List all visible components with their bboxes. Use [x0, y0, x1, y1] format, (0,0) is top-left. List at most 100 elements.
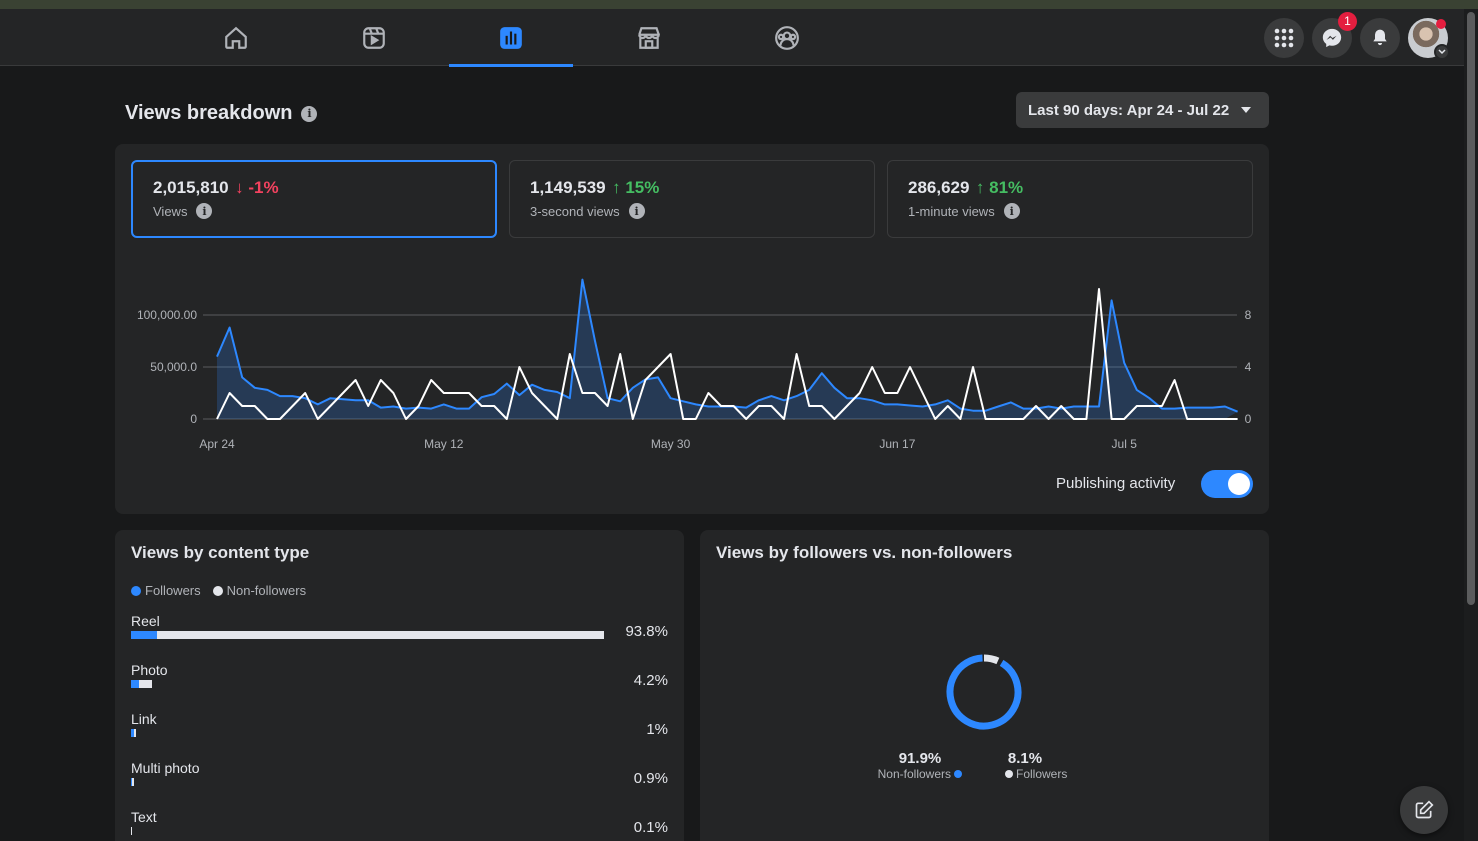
publishing-activity-label: Publishing activity	[1056, 475, 1176, 492]
content-type-row: Text 0.1%	[131, 809, 668, 841]
nav-tab-insights[interactable]	[449, 9, 573, 67]
x-tick-label: Jul 5	[1112, 437, 1138, 451]
metric-value: 286,629	[908, 178, 970, 197]
messenger-button[interactable]: 1	[1312, 12, 1357, 58]
content-type-percent: 1%	[646, 721, 668, 738]
metric-value: 1,149,539	[530, 178, 606, 197]
y-tick-right: 4	[1245, 360, 1252, 374]
content-type-row: Photo 4.2%	[131, 662, 668, 702]
legend-dot	[212, 585, 223, 596]
y-tick-left: 0	[190, 412, 197, 426]
info-icon[interactable]: i	[301, 105, 318, 122]
x-tick-label: May 30	[651, 437, 691, 451]
legend-followers: Followers	[131, 583, 201, 598]
legend-label: Followers	[145, 583, 201, 598]
marketplace-icon	[638, 26, 660, 49]
legend-dot	[1004, 770, 1013, 778]
legend-dot	[131, 585, 141, 596]
views-line-chart: 100,000.0050,000.00840Apr 24 May 12 May 30…	[137, 278, 1252, 451]
date-range-label: Last 90 days: Apr 24 - Jul 22	[1028, 101, 1230, 119]
non-followers-bar-segment	[157, 631, 604, 639]
info-icon[interactable]: i	[628, 203, 645, 219]
views-breakdown-title: Views breakdown	[125, 102, 293, 124]
metric-label: 3-second views	[530, 203, 620, 219]
content-type-row: Multi photo 0.9%	[131, 760, 668, 800]
metric-value: 2,015,810	[153, 178, 229, 197]
views-series-line	[216, 278, 1238, 413]
non-followers-stat: 91.9% Non-followers	[870, 750, 970, 781]
y-tick-right: 8	[1245, 308, 1252, 322]
home-icon	[225, 26, 247, 49]
account-avatar[interactable]	[1408, 18, 1450, 60]
nav-tab-marketplace[interactable]	[587, 9, 711, 66]
content-type-label: Multi photo	[131, 760, 200, 776]
content-type-label: Reel	[131, 613, 160, 629]
series-area-fill	[217, 279, 1238, 419]
followers-stat: 8.1% Followers	[986, 750, 1086, 781]
publishing-series-line	[216, 288, 1238, 420]
publishing-activity-toggle[interactable]	[1201, 470, 1253, 498]
content-type-bar	[131, 729, 136, 737]
y-tick-right: 0	[1245, 412, 1252, 426]
metric-change: ↑ 81%	[975, 178, 1024, 197]
nav-tab-groups[interactable]	[725, 9, 849, 66]
content-type-label: Text	[131, 809, 157, 825]
nav-tab-home[interactable]	[174, 9, 298, 66]
messenger-icon	[1322, 28, 1342, 48]
avatar-notification-dot	[1436, 19, 1446, 29]
metric-label: 1-minute views	[908, 203, 995, 219]
browser-top-strip	[0, 0, 1478, 9]
caret-down-icon	[1241, 107, 1252, 113]
content-type-legend: Followers Non-followers	[131, 583, 306, 598]
followers-bar-segment	[131, 680, 140, 688]
metric-change-value: 81%	[989, 178, 1024, 197]
messenger-notification-badge: 1	[1338, 12, 1357, 31]
x-tick-label: Apr 24	[199, 437, 235, 451]
chevron-down-icon	[1434, 44, 1450, 60]
content-type-percent: 0.1%	[633, 819, 668, 836]
groups-icon	[775, 25, 799, 50]
followers-percent: 8.1%	[1007, 750, 1043, 767]
non-followers-bar-segment	[133, 729, 136, 737]
content-type-bar	[131, 827, 132, 835]
content-type-percent: 0.9%	[633, 770, 668, 787]
followers-bar-segment	[131, 631, 157, 639]
content-type-bar	[131, 680, 152, 688]
metric-label: Views	[153, 203, 188, 219]
reels-icon	[363, 26, 385, 49]
followers-donut-chart	[946, 654, 1022, 730]
menu-button[interactable]	[1264, 18, 1304, 58]
metric-card-3-second-views[interactable]: 1,149,539 ↑ 15% 3-second views i	[509, 160, 875, 238]
content-type-row: Reel 93.8%	[131, 613, 668, 653]
non-followers-bar-segment	[131, 778, 134, 786]
metric-change-value: 15%	[625, 178, 660, 197]
content-type-label: Photo	[131, 662, 168, 678]
content-type-percent: 4.2%	[633, 672, 668, 689]
page-scrollbar-thumb[interactable]	[1467, 12, 1475, 605]
compose-button[interactable]	[1400, 786, 1448, 834]
non-followers-percent: 91.9%	[898, 750, 942, 767]
page-title: Views breakdown i	[125, 102, 318, 125]
y-tick-left: 100,000.00	[137, 308, 197, 322]
date-range-dropdown[interactable]: Last 90 days: Apr 24 - Jul 22	[1016, 92, 1269, 128]
content-type-title: Views by content type	[131, 543, 310, 562]
insights-icon	[500, 26, 522, 49]
nav-tab-reels[interactable]	[312, 9, 436, 66]
info-icon[interactable]: i	[1003, 203, 1020, 219]
metric-change: ↑ 15%	[612, 178, 660, 197]
non-followers-label: Non-followers	[877, 767, 951, 781]
content-type-bar	[131, 778, 134, 786]
content-type-row: Link 1%	[131, 711, 668, 751]
non-followers-segment	[946, 654, 1022, 730]
notifications-button[interactable]	[1360, 18, 1400, 58]
legend-label: Non-followers	[226, 583, 307, 598]
metric-change: ↓ -1%	[235, 178, 279, 197]
followers-label: Followers	[1015, 767, 1068, 781]
followers-split-title: Views by followers vs. non-followers	[716, 543, 1013, 562]
metric-card-views[interactable]: 2,015,810 ↓ -1% Views i	[131, 160, 497, 238]
grid-menu-icon	[1274, 28, 1294, 48]
info-icon[interactable]: i	[196, 203, 213, 219]
bell-icon	[1373, 29, 1387, 46]
legend-dot	[954, 770, 963, 778]
metric-card-1-minute-views[interactable]: 286,629 ↑ 81% 1-minute views i	[887, 160, 1253, 238]
